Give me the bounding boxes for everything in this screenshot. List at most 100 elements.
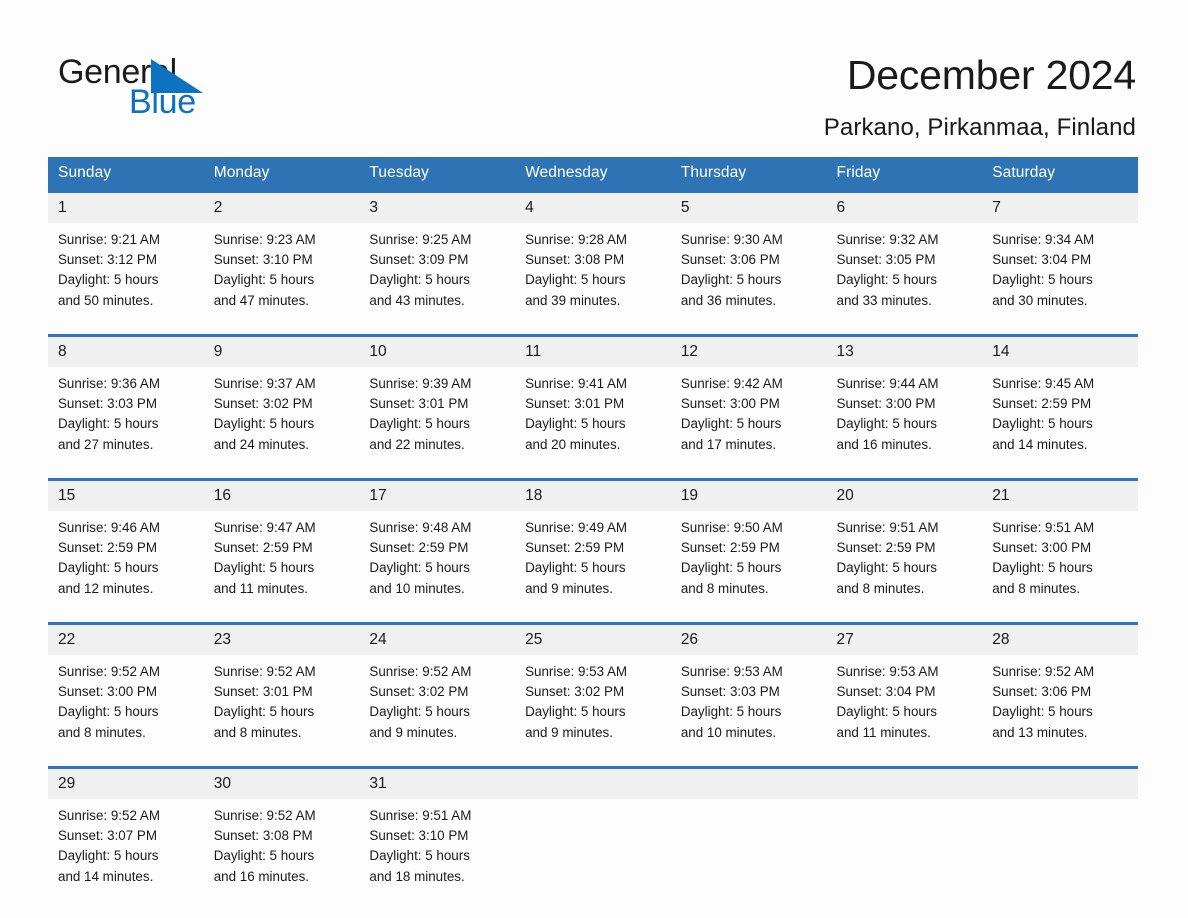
- day-number[interactable]: 28: [982, 625, 1138, 655]
- daylight-text-line1: Daylight: 5 hours: [836, 560, 937, 576]
- day-number[interactable]: 7: [982, 193, 1138, 223]
- day-number[interactable]: 8: [48, 337, 204, 367]
- sunset-text: Sunset: 3:03 PM: [680, 684, 780, 700]
- day-cell[interactable]: Sunrise: 9:53 AM Sunset: 3:04 PM Daylight:…: [826, 655, 983, 766]
- day-cell[interactable]: Sunrise: 9:37 AM Sunset: 3:02 PM Daylight:…: [203, 367, 360, 478]
- day-number-row: 8 9 10 11 12 13 14: [48, 337, 1138, 367]
- day-cell[interactable]: Sunrise: 9:50 AM Sunset: 2:59 PM Daylight:…: [670, 511, 827, 622]
- day-cell[interactable]: Sunrise: 9:49 AM Sunset: 2:59 PM Daylight:…: [515, 511, 671, 622]
- day-number-empty: [982, 769, 1138, 799]
- day-number[interactable]: 26: [670, 625, 827, 655]
- sunrise-text: Sunrise: 9:50 AM: [680, 520, 783, 535]
- daylight-text-line1: Daylight: 5 hours: [680, 560, 782, 576]
- day-cell[interactable]: Sunrise: 9:46 AM Sunset: 2:59 PM Daylight:…: [48, 511, 204, 622]
- day-number[interactable]: 12: [670, 337, 827, 367]
- day-detail-row: Sunrise: 9:36 AM Sunset: 3:03 PM Daylight:…: [48, 367, 1138, 478]
- day-cell[interactable]: Sunrise: 9:28 AM Sunset: 3:08 PM Daylight:…: [515, 223, 671, 334]
- day-number[interactable]: 9: [203, 337, 360, 367]
- day-number[interactable]: 13: [826, 337, 983, 367]
- day-number[interactable]: 22: [48, 625, 204, 655]
- day-cell[interactable]: Sunrise: 9:23 AM Sunset: 3:10 PM Daylight:…: [203, 223, 360, 334]
- daylight-text-line1: Daylight: 5 hours: [213, 848, 315, 864]
- day-number[interactable]: 4: [515, 193, 671, 223]
- day-cell[interactable]: Sunrise: 9:44 AM Sunset: 3:00 PM Daylight:…: [826, 367, 983, 478]
- sunrise-text: Sunrise: 9:30 AM: [680, 232, 783, 247]
- day-number[interactable]: 30: [203, 769, 360, 799]
- day-number-empty: [515, 769, 671, 799]
- day-cell[interactable]: Sunrise: 9:53 AM Sunset: 3:02 PM Daylight:…: [515, 655, 671, 766]
- day-cell[interactable]: Sunrise: 9:52 AM Sunset: 3:00 PM Daylight:…: [48, 655, 204, 766]
- day-number[interactable]: 17: [359, 481, 516, 511]
- sunrise-text: Sunrise: 9:45 AM: [992, 376, 1095, 391]
- day-cell[interactable]: Sunrise: 9:48 AM Sunset: 2:59 PM Daylight:…: [359, 511, 516, 622]
- day-number[interactable]: 16: [203, 481, 360, 511]
- day-number[interactable]: 25: [515, 625, 671, 655]
- day-cell[interactable]: Sunrise: 9:45 AM Sunset: 2:59 PM Daylight:…: [982, 367, 1138, 478]
- day-cell[interactable]: Sunrise: 9:41 AM Sunset: 3:01 PM Daylight:…: [515, 367, 671, 478]
- day-number[interactable]: 21: [982, 481, 1138, 511]
- sunrise-text: Sunrise: 9:41 AM: [525, 376, 628, 391]
- day-cell[interactable]: Sunrise: 9:52 AM Sunset: 3:08 PM Daylight:…: [203, 799, 360, 910]
- daylight-text-line1: Daylight: 5 hours: [213, 272, 315, 288]
- weekday-header-wednesday: Wednesday: [515, 157, 671, 190]
- daylight-text-line2: and 8 minutes.: [213, 724, 302, 740]
- day-cell[interactable]: Sunrise: 9:25 AM Sunset: 3:09 PM Daylight:…: [359, 223, 516, 334]
- day-cell[interactable]: Sunrise: 9:21 AM Sunset: 3:12 PM Daylight:…: [48, 223, 204, 334]
- sunrise-text: Sunrise: 9:28 AM: [525, 232, 628, 247]
- day-number[interactable]: 23: [203, 625, 360, 655]
- day-number[interactable]: 24: [359, 625, 516, 655]
- sunset-text: Sunset: 3:10 PM: [213, 252, 313, 268]
- sunrise-text: Sunrise: 9:53 AM: [836, 664, 939, 679]
- day-cell[interactable]: Sunrise: 9:52 AM Sunset: 3:07 PM Daylight:…: [48, 799, 204, 910]
- day-number[interactable]: 5: [670, 193, 827, 223]
- day-number[interactable]: 19: [670, 481, 827, 511]
- brand-name-blue: Blue: [129, 83, 196, 121]
- weekday-header-friday: Friday: [826, 157, 983, 190]
- day-cell[interactable]: Sunrise: 9:53 AM Sunset: 3:03 PM Daylight:…: [670, 655, 827, 766]
- sunset-text: Sunset: 3:01 PM: [369, 396, 469, 412]
- calendar-body: 1 2 3 4 5 6 7 Sunrise: 9:21 AM Sunset: 3:12 PM Da…: [48, 190, 1138, 910]
- day-detail-row: Sunrise: 9:21 AM Sunset: 3:12 PM Daylight:…: [48, 223, 1138, 334]
- day-cell[interactable]: Sunrise: 9:30 AM Sunset: 3:06 PM Daylight:…: [670, 223, 827, 334]
- day-cell[interactable]: Sunrise: 9:51 AM Sunset: 2:59 PM Daylight:…: [826, 511, 983, 622]
- day-cell[interactable]: Sunrise: 9:52 AM Sunset: 3:01 PM Daylight:…: [203, 655, 360, 766]
- day-cell[interactable]: Sunrise: 9:39 AM Sunset: 3:01 PM Daylight:…: [359, 367, 516, 478]
- day-number-row: 1234567: [48, 193, 1138, 223]
- day-cell[interactable]: Sunrise: 9:51 AM Sunset: 3:10 PM Daylight:…: [359, 799, 516, 910]
- day-cell[interactable]: Sunrise: 9:51 AM Sunset: 3:00 PM Daylight:…: [982, 511, 1138, 622]
- day-number[interactable]: 27: [826, 625, 983, 655]
- sunrise-text: Sunrise: 9:53 AM: [680, 664, 783, 679]
- sunset-text: Sunset: 3:00 PM: [836, 396, 936, 412]
- day-cell[interactable]: Sunrise: 9:47 AM Sunset: 2:59 PM Daylight:…: [203, 511, 360, 622]
- sunrise-text: Sunrise: 9:52 AM: [992, 664, 1095, 679]
- day-number[interactable]: 14: [982, 337, 1138, 367]
- daylight-text-line2: and 8 minutes.: [836, 580, 925, 596]
- day-number[interactable]: 2: [203, 193, 360, 223]
- day-number[interactable]: 11: [515, 337, 671, 367]
- day-cell[interactable]: Sunrise: 9:32 AM Sunset: 3:05 PM Daylight:…: [826, 223, 983, 334]
- day-number[interactable]: 31: [359, 769, 516, 799]
- day-number[interactable]: 18: [515, 481, 671, 511]
- day-number[interactable]: 15: [48, 481, 204, 511]
- day-number[interactable]: 1: [48, 193, 204, 223]
- day-number[interactable]: 3: [359, 193, 516, 223]
- sunrise-text: Sunrise: 9:25 AM: [369, 232, 472, 247]
- daylight-text-line2: and 9 minutes.: [369, 724, 458, 740]
- weekday-header-thursday: Thursday: [670, 157, 827, 190]
- sunrise-text: Sunrise: 9:52 AM: [58, 664, 160, 679]
- day-number[interactable]: 10: [359, 337, 516, 367]
- sunrise-text: Sunrise: 9:37 AM: [213, 376, 316, 391]
- day-cell[interactable]: Sunrise: 9:52 AM Sunset: 3:06 PM Daylight:…: [982, 655, 1138, 766]
- day-cell[interactable]: Sunrise: 9:34 AM Sunset: 3:04 PM Daylight:…: [982, 223, 1138, 334]
- day-cell[interactable]: Sunrise: 9:42 AM Sunset: 3:00 PM Daylight:…: [670, 367, 827, 478]
- daylight-text-line1: Daylight: 5 hours: [836, 704, 937, 720]
- day-cell[interactable]: Sunrise: 9:36 AM Sunset: 3:03 PM Daylight:…: [48, 367, 204, 478]
- day-number[interactable]: 20: [826, 481, 983, 511]
- daylight-text-line2: and 9 minutes.: [525, 580, 613, 596]
- sunrise-text: Sunrise: 9:48 AM: [369, 520, 472, 535]
- sunset-text: Sunset: 3:09 PM: [369, 252, 469, 268]
- weekday-header-tuesday: Tuesday: [359, 157, 516, 190]
- day-number[interactable]: 6: [826, 193, 983, 223]
- day-number[interactable]: 29: [48, 769, 204, 799]
- day-cell[interactable]: Sunrise: 9:52 AM Sunset: 3:02 PM Daylight:…: [359, 655, 516, 766]
